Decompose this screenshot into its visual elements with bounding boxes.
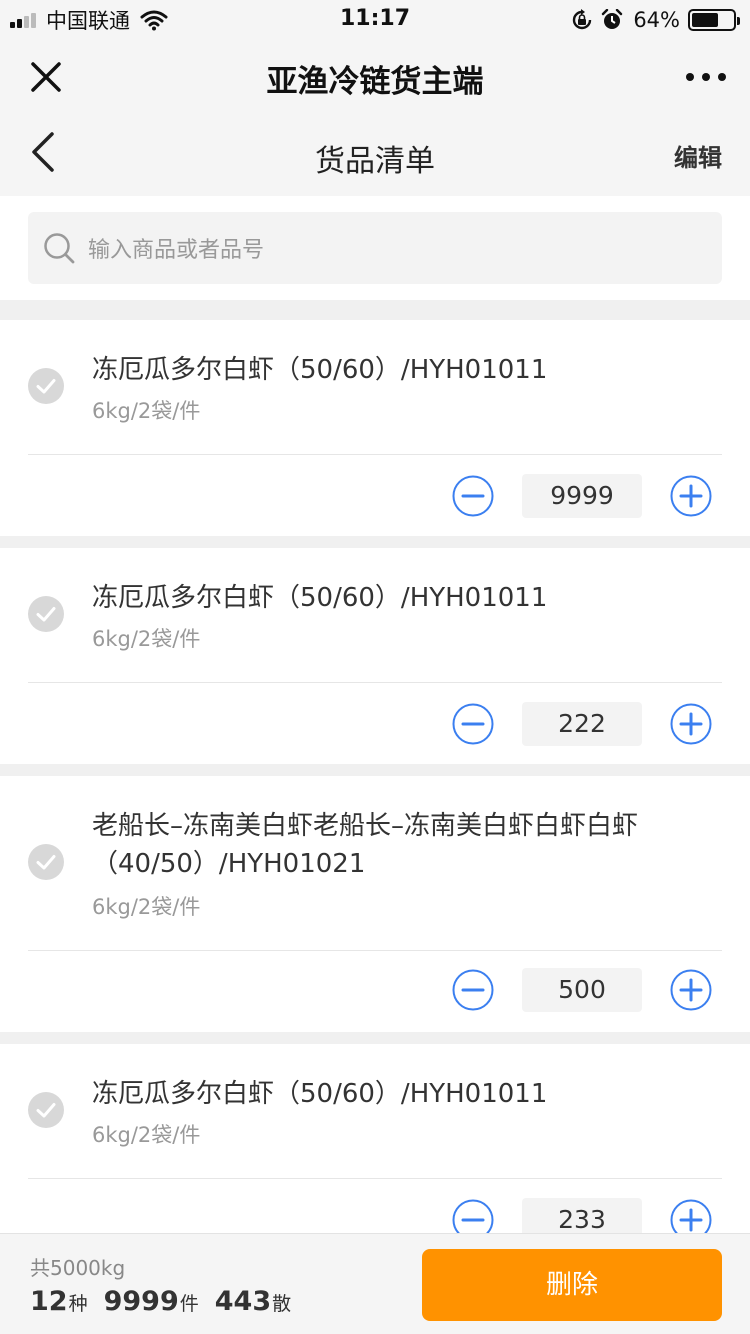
edit-button[interactable]: 编辑 <box>674 138 722 173</box>
check-circle-icon[interactable] <box>28 368 64 404</box>
plus-icon[interactable] <box>670 703 712 745</box>
pieces-unit: 件 <box>179 1293 199 1315</box>
divider <box>28 454 722 455</box>
list-item: 冻厄瓜多尔白虾（50/60）/HYH01011 6kg/2袋/件 9999 <box>0 320 750 536</box>
check-circle-icon[interactable] <box>28 596 64 632</box>
minus-icon[interactable] <box>452 703 494 745</box>
product-name: 冻厄瓜多尔白虾（50/60）/HYH01011 <box>92 1079 548 1109</box>
total-weight: 共5000kg <box>30 1256 126 1280</box>
quantity-field[interactable]: 222 <box>522 702 642 746</box>
plus-icon[interactable] <box>670 1199 712 1233</box>
quantity-stepper: 233 <box>452 1198 712 1233</box>
quantity-field[interactable]: 233 <box>522 1198 642 1233</box>
bottom-bar: 共5000kg 12 种 9999 件 443 散 删除 <box>0 1233 750 1334</box>
product-spec: 6kg/2袋/件 <box>92 399 201 423</box>
status-bar: 中国联通 11:17 64% <box>0 0 750 40</box>
page-title: 货品清单 <box>315 144 435 179</box>
kinds-unit: 种 <box>68 1293 88 1315</box>
status-right: 64% <box>571 6 740 34</box>
more-icon[interactable] <box>684 60 728 94</box>
pieces-count: 9999 <box>103 1286 179 1317</box>
quantity-field[interactable]: 9999 <box>522 474 642 518</box>
check-circle-icon[interactable] <box>28 1092 64 1128</box>
minus-icon[interactable] <box>452 969 494 1011</box>
quantity-stepper: 9999 <box>452 474 712 520</box>
product-list[interactable]: 冻厄瓜多尔白虾（50/60）/HYH01011 6kg/2袋/件 9999 冻厄… <box>0 320 750 1233</box>
battery-fill <box>692 13 718 27</box>
minus-icon[interactable] <box>452 475 494 517</box>
search-icon <box>44 233 75 264</box>
list-item: 冻厄瓜多尔白虾（50/60）/HYH01011 6kg/2袋/件 222 <box>0 548 750 764</box>
rotation-lock-icon <box>573 9 592 30</box>
plus-icon[interactable] <box>670 475 712 517</box>
battery-percent: 64% <box>633 8 680 32</box>
product-name: 老船长–冻南美白虾老船长–冻南美白虾白虾白虾（40/50）/HYH01021 <box>92 811 639 879</box>
product-name: 冻厄瓜多尔白虾（50/60）/HYH01011 <box>92 583 548 613</box>
totals-row: 12 种 9999 件 443 散 <box>30 1286 307 1317</box>
plus-icon[interactable] <box>670 969 712 1011</box>
app-bar: 亚渔冷链货主端 <box>0 40 750 114</box>
divider <box>28 682 722 683</box>
quantity-field[interactable]: 500 <box>522 968 642 1012</box>
battery-icon <box>688 9 740 31</box>
quantity-stepper: 500 <box>452 968 712 1014</box>
app-title: 亚渔冷链货主端 <box>266 64 484 100</box>
list-item: 冻厄瓜多尔白虾（50/60）/HYH01011 6kg/2袋/件 233 <box>0 1044 750 1233</box>
search-placeholder: 输入商品或者品号 <box>88 238 265 263</box>
quantity-stepper: 222 <box>452 702 712 748</box>
kinds-count: 12 <box>30 1286 68 1317</box>
product-name: 冻厄瓜多尔白虾（50/60）/HYH01011 <box>92 355 548 385</box>
loose-unit: 散 <box>272 1293 292 1315</box>
list-item: 老船长–冻南美白虾老船长–冻南美白虾白虾白虾（40/50）/HYH01021 6… <box>0 776 750 1032</box>
delete-button[interactable]: 删除 <box>422 1249 722 1321</box>
nav-bar: 货品清单 编辑 <box>0 114 750 196</box>
search-area: 输入商品或者品号 <box>0 196 750 300</box>
page: 中国联通 11:17 64% 亚渔冷链货主端 货品清单 编辑 输入商品或者品号 … <box>0 0 750 1334</box>
product-spec: 6kg/2袋/件 <box>92 1123 201 1147</box>
loose-count: 443 <box>214 1286 272 1317</box>
check-circle-icon[interactable] <box>28 844 64 880</box>
battery-cap <box>737 17 740 25</box>
product-spec: 6kg/2袋/件 <box>92 895 201 919</box>
product-spec: 6kg/2袋/件 <box>92 627 201 651</box>
divider <box>28 950 722 951</box>
alarm-icon <box>602 9 623 29</box>
divider <box>28 1178 722 1179</box>
search-input[interactable]: 输入商品或者品号 <box>28 212 722 284</box>
minus-icon[interactable] <box>452 1199 494 1233</box>
